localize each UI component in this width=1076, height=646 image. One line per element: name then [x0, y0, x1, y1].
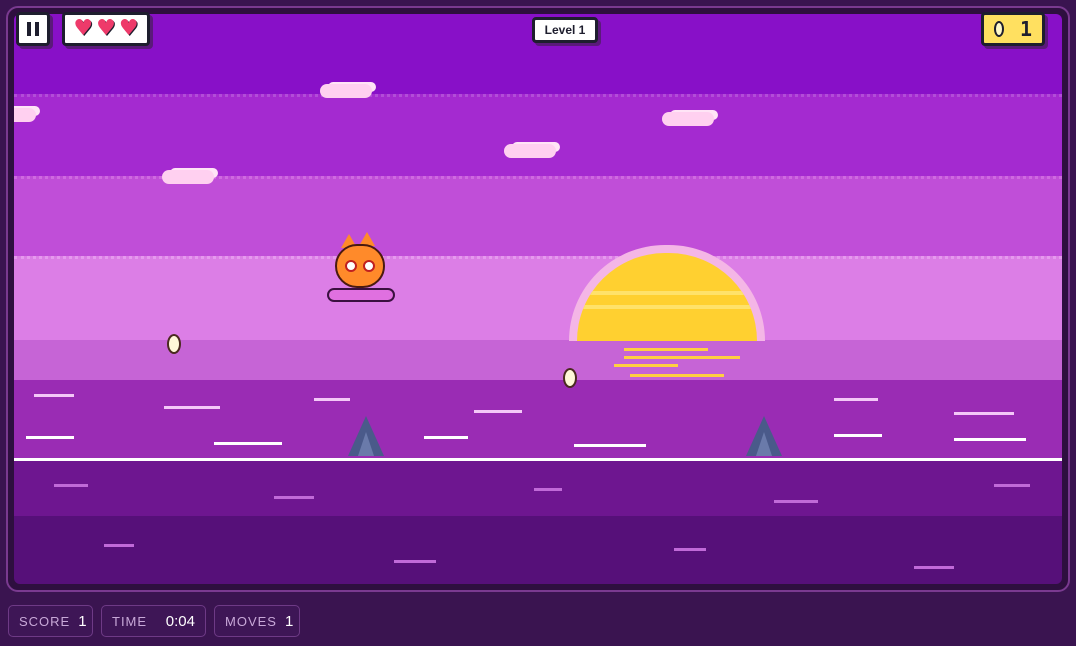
- sun-stripe: [577, 305, 757, 309]
- wave: [834, 434, 882, 437]
- sea-deep: [14, 516, 1062, 584]
- sun-stripe: [577, 291, 757, 295]
- time-stat: TIME 0:04: [101, 605, 206, 637]
- cloud: [320, 84, 372, 98]
- wave: [394, 560, 436, 563]
- level-indicator: Level 1: [532, 17, 598, 43]
- wave: [574, 444, 646, 447]
- wave: [26, 436, 74, 439]
- cloud: [162, 170, 214, 184]
- wave: [534, 488, 562, 491]
- wave: [954, 412, 1014, 415]
- moves-value: 1: [284, 612, 294, 630]
- wave: [674, 548, 706, 551]
- sun-reflection: [624, 356, 740, 359]
- wave: [274, 496, 314, 499]
- wave: [104, 544, 134, 547]
- coin-count: 1: [1019, 17, 1032, 41]
- score-label: SCORE: [19, 613, 71, 629]
- wave: [474, 410, 522, 413]
- shark-fin-highlight: [756, 432, 772, 456]
- wave: [314, 398, 350, 401]
- sea-far: [14, 380, 1062, 458]
- wave: [914, 566, 954, 569]
- cloud: [504, 144, 556, 158]
- score-value: 1: [78, 612, 87, 630]
- heart-icon: ♥: [96, 16, 116, 41]
- cloud: [14, 108, 36, 122]
- wave: [54, 484, 88, 487]
- wave: [424, 436, 468, 439]
- sun-reflection: [614, 364, 678, 367]
- score-stat: SCORE 1: [8, 605, 93, 637]
- time-label: TIME: [112, 613, 148, 629]
- game-frame: [6, 6, 1070, 592]
- wave: [214, 442, 282, 445]
- wave: [774, 500, 818, 503]
- wave: [834, 398, 878, 401]
- coin-pickup[interactable]: [563, 368, 577, 388]
- wave: [994, 484, 1030, 487]
- moves-label: MOVES: [225, 613, 277, 629]
- coin-counter: 1: [981, 12, 1045, 46]
- wave: [34, 394, 74, 397]
- pause-button[interactable]: [16, 12, 50, 46]
- sky-band-4: [14, 256, 1062, 343]
- heart-icon: ♥: [118, 16, 139, 41]
- pause-icon: [27, 22, 39, 36]
- heart-icon: ♥: [73, 16, 94, 41]
- wave: [954, 438, 1026, 441]
- sun-reflection: [624, 348, 708, 351]
- wave: [164, 406, 220, 409]
- stats-bar: SCORE 1 TIME 0:04 MOVES 1: [0, 598, 1076, 646]
- sky-band-3: [14, 176, 1062, 259]
- sky-band-2: [14, 94, 1062, 179]
- cat-eye: [363, 260, 375, 272]
- surfboard: [327, 288, 395, 302]
- lives-display: ♥ ♥ ♥: [62, 12, 150, 46]
- time-value: 0:04: [165, 612, 195, 630]
- moves-stat: MOVES 1: [214, 605, 300, 637]
- cat-eye: [345, 260, 357, 272]
- game-scene[interactable]: [14, 14, 1062, 584]
- sun-reflection: [630, 374, 724, 377]
- coin-icon: [994, 21, 1004, 37]
- cloud: [662, 112, 714, 126]
- cat-body: [335, 244, 385, 288]
- player-cat-surfer[interactable]: [327, 232, 397, 308]
- shark-fin-highlight: [358, 432, 374, 456]
- coin-pickup[interactable]: [167, 334, 181, 354]
